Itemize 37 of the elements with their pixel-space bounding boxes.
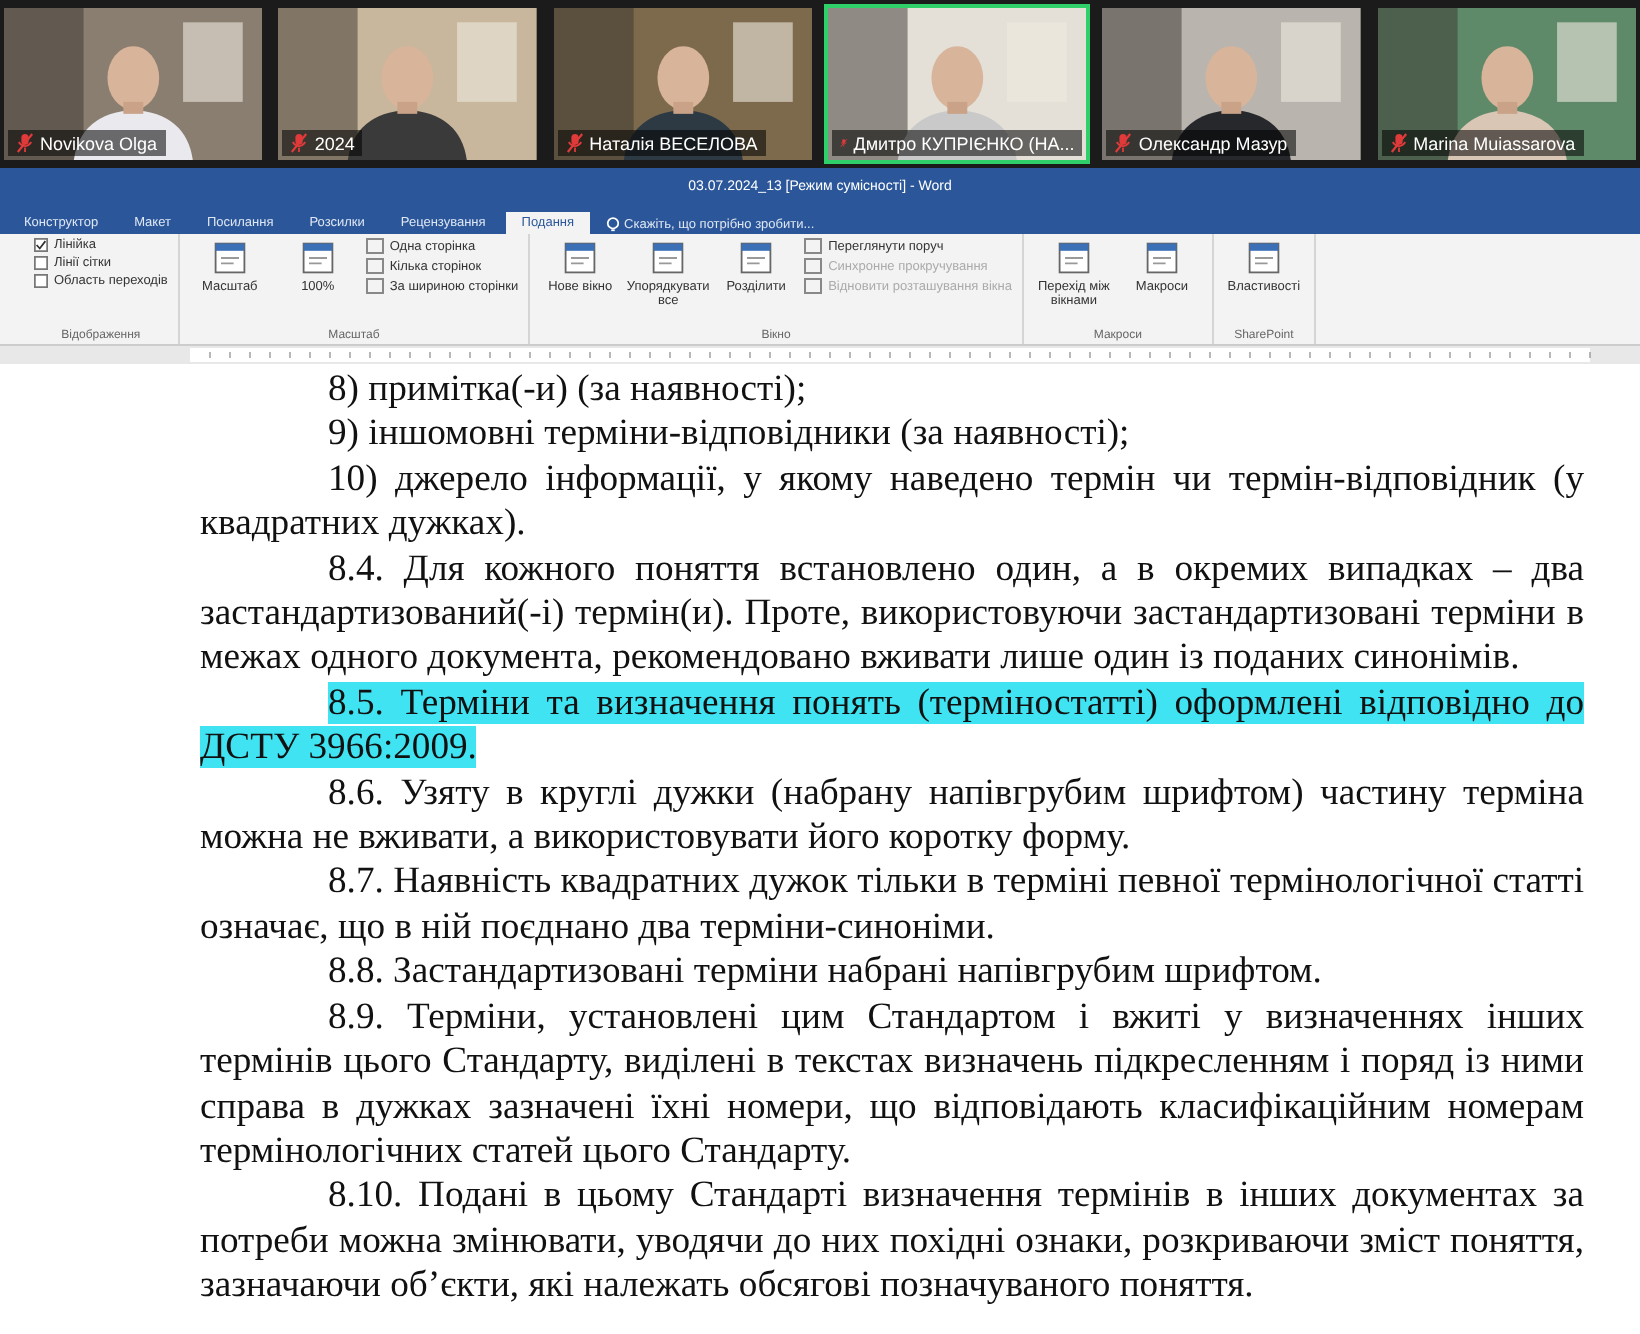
window-icon — [211, 240, 248, 276]
video-tile[interactable]: Дмитро КУПРІЄНКО (НА... — [823, 4, 1091, 164]
paragraph: 8.9. Терміни, установлені цим Стандартом і вжиті у визначеннях інших термінів цього Стандарту, виділені в текстах визначень підкресленням і поряд із ними справа в дужках зазначені їхні номери, що відповідають класифікаційним номерам термінологічних статей цього Стандарту. — [200, 995, 1584, 1175]
participant-name: Олександр Мазур — [1106, 130, 1296, 156]
participant-name: Дмитро КУПРІЄНКО (НА... — [831, 130, 1083, 156]
window-icon — [650, 240, 687, 276]
muted-microphone-icon — [565, 132, 584, 154]
window-icon — [738, 240, 775, 276]
muted-microphone-icon — [1389, 132, 1408, 154]
paragraph: 8.7. Наявність квадратних дужок тільки в терміні певної термінологічної статті означає, що в ній поєднано два терміни-синоніми. — [200, 860, 1584, 951]
video-tile[interactable]: Олександр Мазур — [1098, 4, 1366, 164]
checkbox-icon — [34, 274, 48, 288]
paragraph: 8.5. Терміни та визначення понять (терміностатті) оформлені відповідно до ДСТУ 3966:2009. — [200, 681, 1584, 772]
window-icon — [1143, 240, 1180, 276]
video-tile[interactable]: Novikova Olga — [0, 4, 267, 164]
participant-name: Наталія ВЕСЕЛОВА — [557, 130, 766, 156]
window-icon — [1245, 240, 1282, 276]
muted-microphone-icon — [1114, 132, 1133, 154]
muted-microphone-icon — [16, 132, 34, 154]
paragraph: 8.6. Узяту в круглі дужки (набрану напівгрубим шрифтом) частину терміна можна не вживати, а використовувати його коротку форму. — [200, 771, 1584, 861]
window-icon — [562, 240, 599, 276]
window-icon — [1055, 240, 1092, 276]
participant-name: 2024 — [282, 130, 363, 156]
video-tile[interactable]: Наталія ВЕСЕЛОВА — [549, 4, 816, 164]
paragraph: 8) примітка(-и) (за наявності); — [326, 368, 809, 413]
checkbox-icon — [34, 256, 48, 270]
paragraph: 8.4. Для кожного поняття встановлено один, а в окремих випадках – два застандартизований(-і) термін(и). Проте, використовуючи застандартизовані терміни в межах одного документа, рекомендовано вживати лише один із поданих синонімів. — [200, 547, 1584, 682]
window-icon — [299, 240, 336, 276]
participant-name: Marina Muiassarova — [1381, 130, 1584, 156]
muted-microphone-icon — [290, 132, 309, 154]
paragraph: 10) джерело інформації, у якому наведено термін чи термін-відповідник (у квадратних дужках). — [200, 457, 1584, 548]
participant-name: Novikova Olga — [8, 130, 166, 156]
paragraph: 8.10. Подані в цьому Стандарті визначення термінів в інших документах за потреби можна змінювати, уводячи до них похідні ознаки, розкриваючи зміст поняття, зазначаючи об’єкти, які належать обсягові позначуваного поняття. — [200, 1174, 1584, 1310]
video-tile[interactable]: 2024 — [274, 4, 542, 164]
video-tile[interactable]: Marina Muiassarova — [1373, 4, 1640, 164]
paragraph: 9) іншомовні терміни-відповідники (за наявності); — [326, 412, 1132, 458]
paragraph: 8.8. Застандартизовані терміни набрані напівгрубим шрифтом. — [326, 950, 1324, 996]
